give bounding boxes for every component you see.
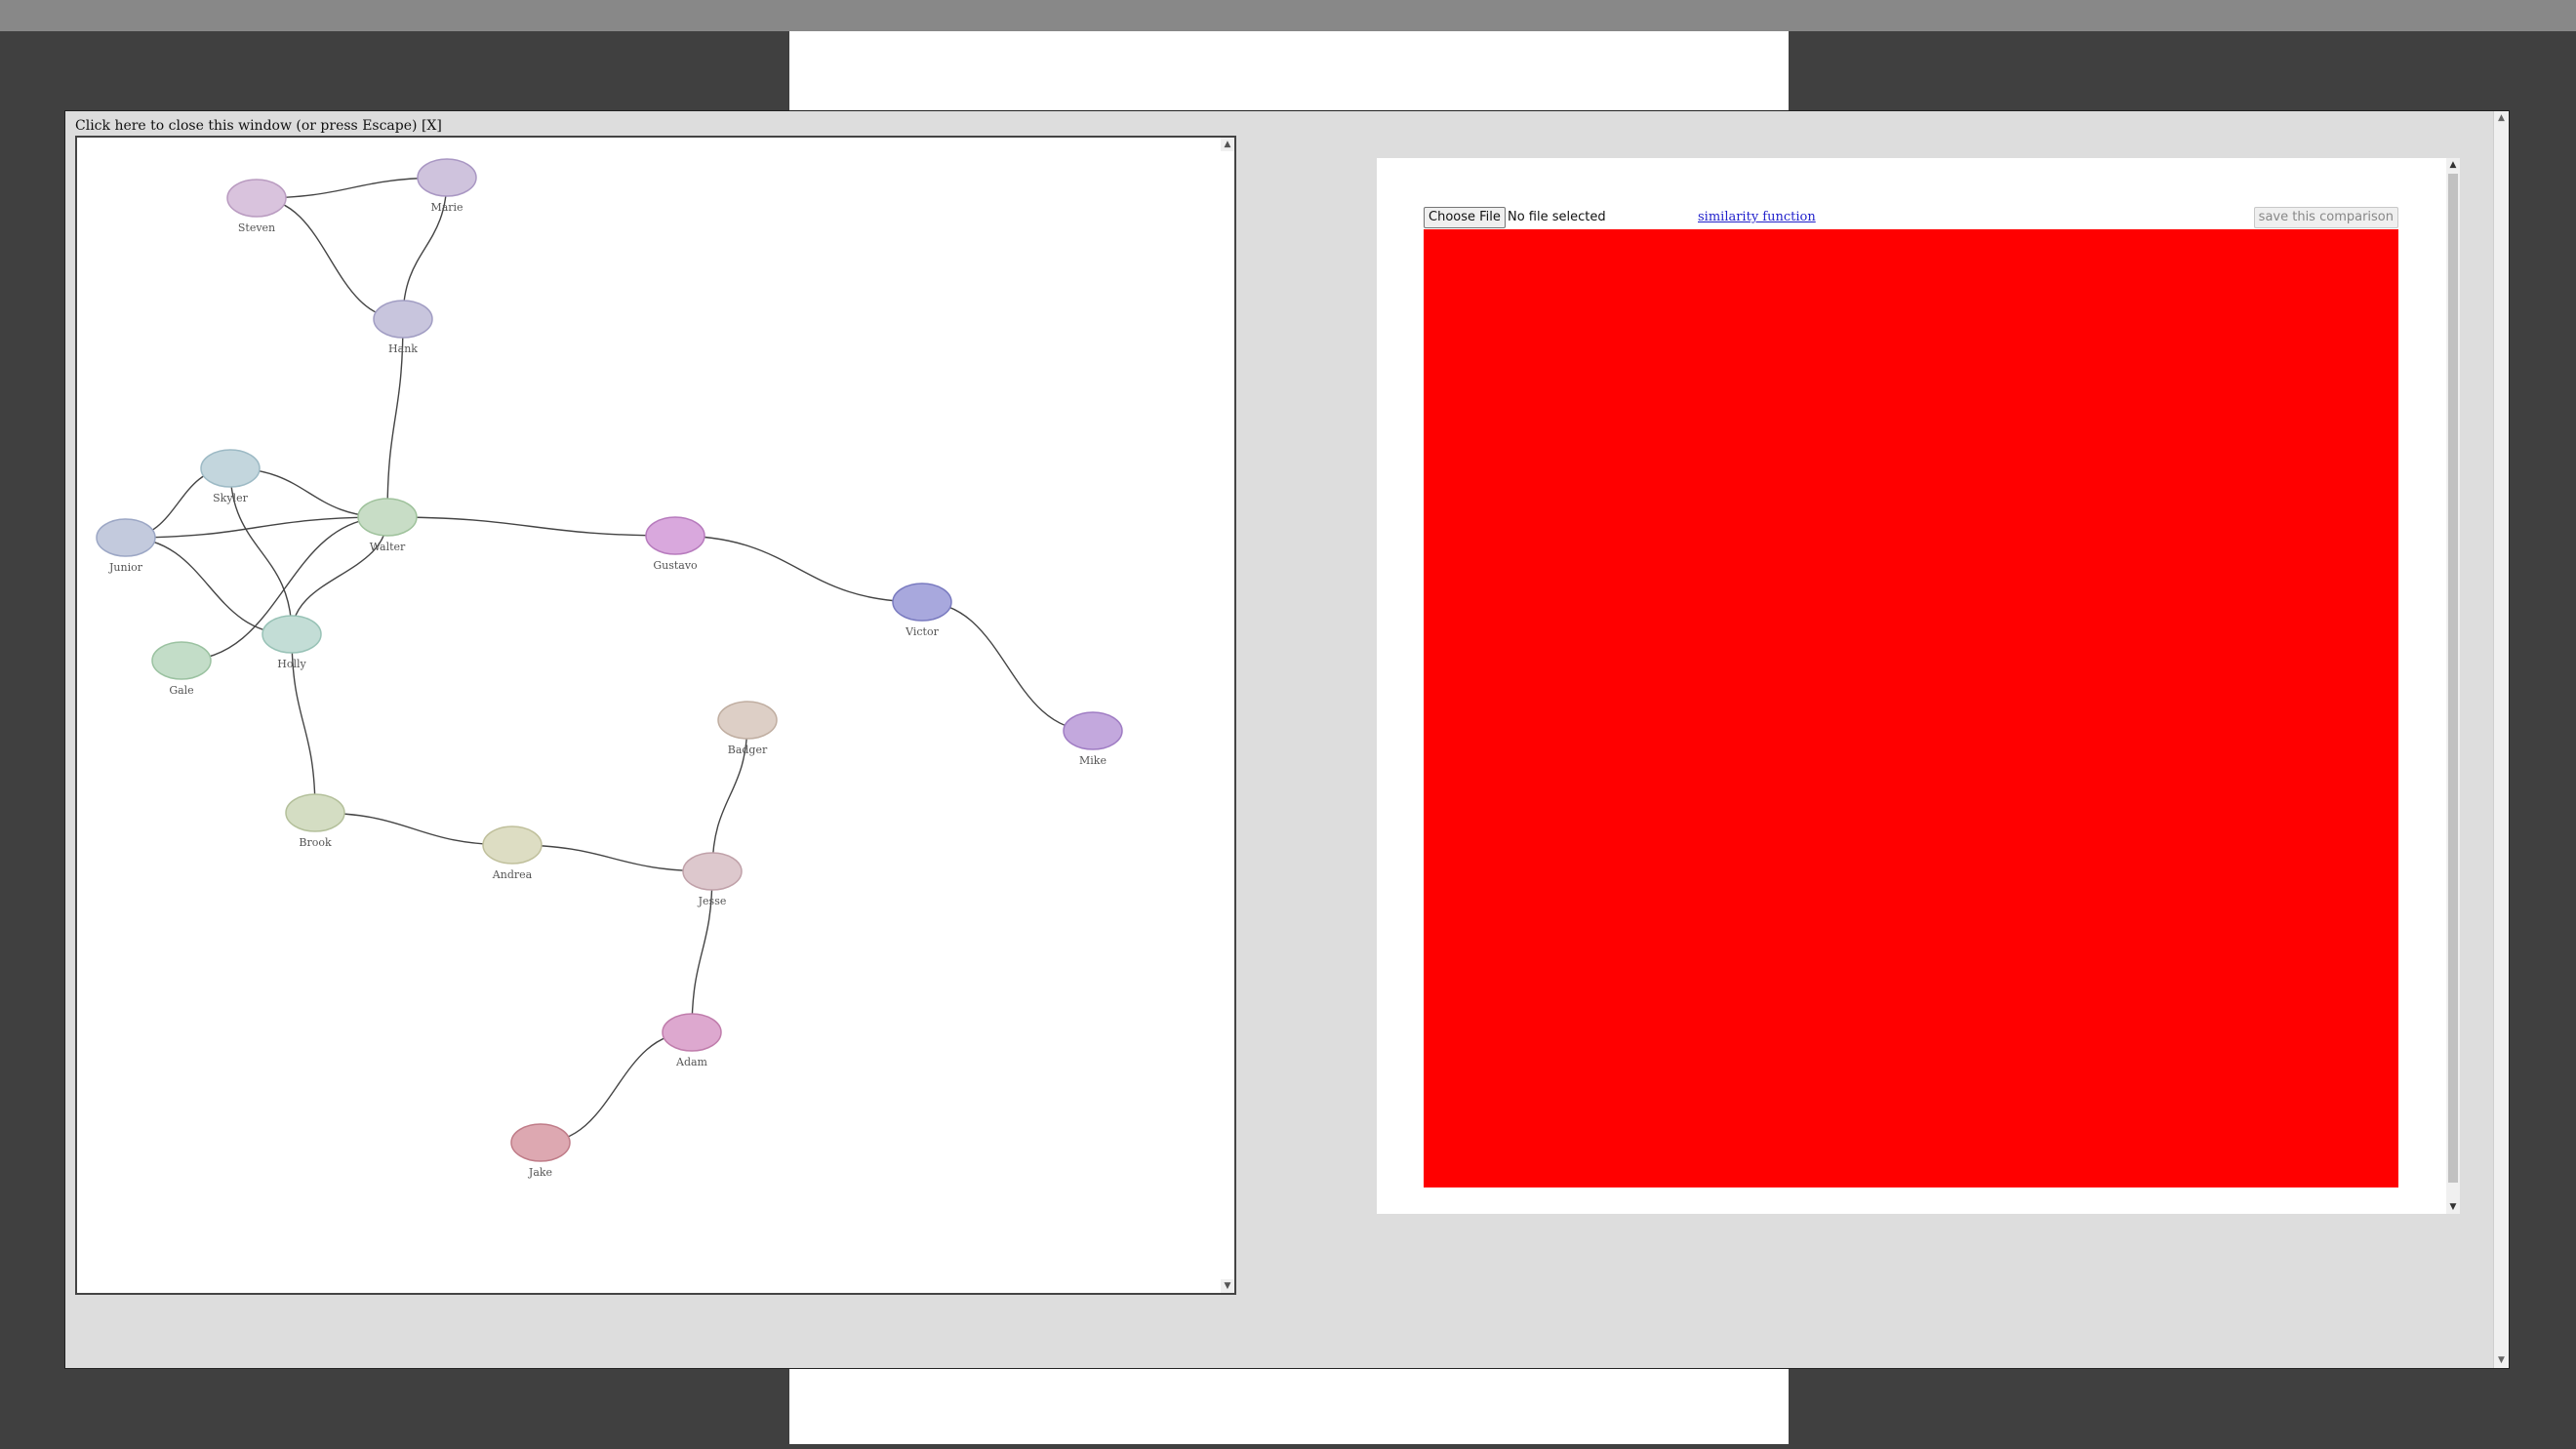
modal-overlay-window: Click here to close this window (or pres… — [64, 110, 2510, 1369]
edge-marie-hank — [402, 177, 448, 320]
node-mike-label: Mike — [1079, 754, 1107, 767]
node-hank-label: Hank — [388, 342, 418, 355]
node-gustavo-circle[interactable] — [645, 516, 705, 555]
graph-scroll-down-arrow[interactable]: ▼ — [1221, 1279, 1234, 1293]
node-gale-label: Gale — [169, 684, 193, 697]
node-gustavo-label: Gustavo — [653, 559, 698, 572]
browser-top-bar — [0, 0, 2576, 31]
comparison-scroll-down-arrow[interactable]: ▼ — [2447, 1200, 2459, 1214]
node-adam[interactable]: Adam — [662, 1013, 722, 1068]
node-walter-label: Walter — [370, 541, 406, 553]
edge-junior-walter — [125, 516, 388, 539]
node-walter[interactable]: Walter — [357, 498, 418, 553]
edge-steven-hank — [256, 197, 404, 320]
node-holly-label: Holly — [277, 658, 306, 670]
edge-gustavo-victor — [674, 535, 923, 603]
node-jesse-circle[interactable] — [682, 852, 743, 891]
overlay-scroll-down-arrow[interactable]: ▼ — [2496, 1355, 2507, 1366]
node-steven-circle[interactable] — [226, 179, 287, 218]
edge-brook-andrea — [314, 812, 513, 846]
graph-panel: Steven Marie Hank Skyler Junior Walter Gustavo… — [75, 136, 1236, 1295]
node-holly[interactable]: Holly — [262, 615, 322, 670]
node-steven-label: Steven — [238, 221, 275, 234]
node-jake-circle[interactable] — [510, 1123, 571, 1162]
node-victor-label: Victor — [905, 625, 939, 638]
edge-andrea-jesse — [511, 844, 713, 872]
node-junior-label: Junior — [108, 561, 143, 574]
node-andrea-circle[interactable] — [482, 825, 543, 865]
overlay-scrollbar[interactable]: ▲ ▼ — [2493, 111, 2509, 1368]
edge-walter-gustavo — [386, 516, 676, 537]
node-gale-circle[interactable] — [151, 641, 212, 680]
comparison-scroll-thumb[interactable] — [2448, 174, 2458, 1183]
node-brook-label: Brook — [299, 836, 332, 849]
save-comparison-button[interactable]: save this comparison — [2253, 207, 2398, 228]
node-brook-circle[interactable] — [285, 793, 345, 832]
node-jesse[interactable]: Jesse — [682, 852, 743, 907]
graph-edges — [125, 177, 1094, 1144]
choose-file-button[interactable]: Choose File — [1424, 207, 1506, 228]
node-mike[interactable]: Mike — [1063, 711, 1123, 767]
node-marie-circle[interactable] — [417, 158, 477, 197]
node-victor[interactable]: Victor — [892, 583, 952, 638]
close-window-link[interactable]: Click here to close this window (or pres… — [75, 118, 442, 134]
similarity-function-link[interactable]: similarity function — [1698, 210, 1816, 224]
node-hank-circle[interactable] — [373, 300, 433, 339]
graph-scroll-up-arrow[interactable]: ▲ — [1221, 138, 1234, 151]
comparison-canvas — [1424, 229, 2398, 1187]
node-adam-circle[interactable] — [662, 1013, 722, 1052]
node-skyler-circle[interactable] — [200, 449, 261, 488]
node-andrea[interactable]: Andrea — [482, 825, 543, 881]
edge-adam-jake — [540, 1031, 693, 1144]
node-gale[interactable]: Gale — [151, 641, 212, 697]
node-holly-circle[interactable] — [262, 615, 322, 654]
node-walter-circle[interactable] — [357, 498, 418, 537]
comparison-scrollbar[interactable]: ▲ ▼ — [2446, 158, 2460, 1214]
background-page-top — [789, 31, 1789, 111]
node-andrea-label: Andrea — [492, 868, 533, 881]
node-junior-circle[interactable] — [96, 518, 156, 557]
edge-victor-mike — [921, 601, 1094, 732]
edge-walter-holly — [291, 516, 388, 635]
node-brook[interactable]: Brook — [285, 793, 345, 849]
node-mike-circle[interactable] — [1063, 711, 1123, 750]
comparison-panel: Choose File No file selected similarity … — [1377, 158, 2460, 1214]
node-jesse-label: Jesse — [698, 895, 727, 907]
node-badger-circle[interactable] — [717, 701, 778, 740]
node-jake-label: Jake — [528, 1166, 552, 1179]
node-adam-label: Adam — [675, 1056, 708, 1068]
node-jake[interactable]: Jake — [510, 1123, 571, 1179]
node-gustavo[interactable]: Gustavo — [645, 516, 705, 572]
node-marie[interactable]: Marie — [417, 158, 477, 214]
background-page-bottom — [789, 1368, 1789, 1444]
comparison-scroll-up-arrow[interactable]: ▲ — [2447, 158, 2459, 172]
file-status-text: No file selected — [1508, 210, 1606, 224]
node-junior[interactable]: Junior — [96, 518, 156, 574]
node-badger-label: Badger — [728, 744, 768, 756]
node-skyler[interactable]: Skyler — [200, 449, 261, 504]
overlay-scroll-up-arrow[interactable]: ▲ — [2496, 113, 2507, 124]
edge-junior-holly — [125, 537, 293, 635]
comparison-toolbar: Choose File No file selected similarity … — [1424, 207, 2398, 228]
social-network-graph: Steven Marie Hank Skyler Junior Walter Gustavo… — [96, 158, 1123, 1179]
node-steven[interactable]: Steven — [226, 179, 287, 234]
node-victor-circle[interactable] — [892, 583, 952, 622]
node-badger[interactable]: Badger — [717, 701, 778, 756]
node-hank[interactable]: Hank — [373, 300, 433, 355]
node-skyler-label: Skyler — [213, 492, 248, 504]
node-marie-label: Marie — [430, 201, 463, 214]
